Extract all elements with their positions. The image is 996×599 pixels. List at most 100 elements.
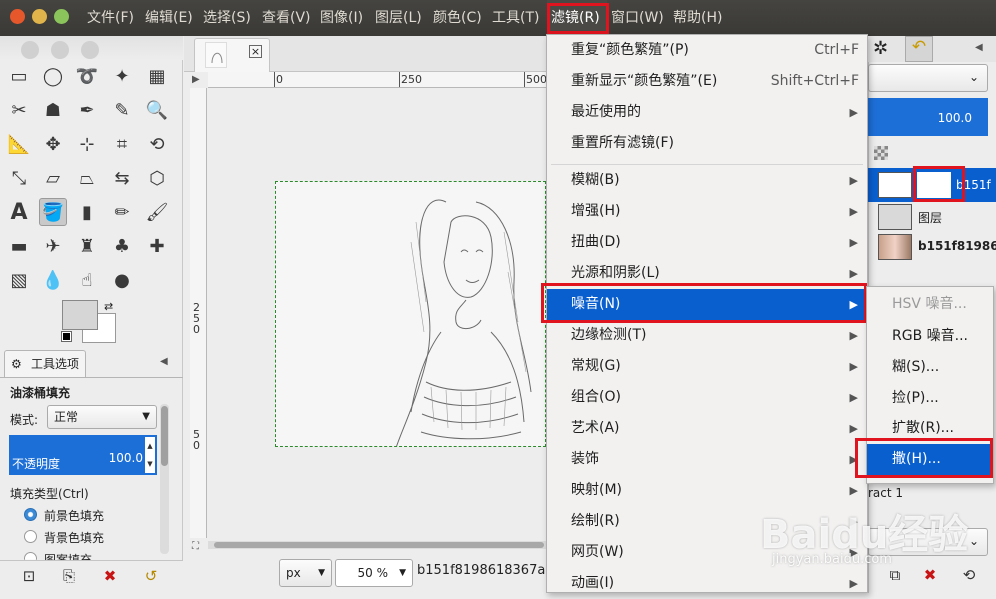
paths-icon[interactable]: ✒ — [73, 96, 101, 124]
menu-select[interactable]: 选择(S) — [203, 0, 251, 36]
lock-alpha-icon[interactable] — [874, 146, 888, 160]
eraser-icon[interactable]: ▬ — [5, 232, 33, 260]
horizontal-scrollbar[interactable] — [208, 541, 546, 549]
scale-icon[interactable]: ⤡ — [5, 164, 33, 192]
menu-item-blur[interactable]: 模糊(B) ▶ — [547, 165, 867, 196]
menu-item-hurl[interactable]: 糊(S)... — [867, 352, 993, 383]
menu-file[interactable]: 文件(F) — [87, 0, 134, 36]
ellipse-select-icon[interactable]: ◯ — [39, 62, 67, 90]
image-canvas[interactable] — [275, 181, 546, 447]
free-select-icon[interactable]: ➰ — [73, 62, 101, 90]
move-icon[interactable]: ✥ — [39, 130, 67, 158]
layer-opacity-slider[interactable]: 100.0 — [868, 98, 988, 136]
color-picker-icon[interactable]: ✎ — [108, 96, 136, 124]
restore-options-icon[interactable]: ⎘ — [58, 565, 80, 587]
text-tool-icon[interactable]: A — [5, 198, 33, 226]
menu-item-pick[interactable]: 捡(P)... — [867, 383, 993, 414]
duplicate-layer-icon[interactable]: ⧉ — [884, 564, 906, 586]
menu-item-rgb-noise[interactable]: RGB 噪音... — [867, 321, 993, 352]
spin-arrows-icon[interactable]: ▲ ▼ — [145, 437, 155, 473]
close-window-button[interactable] — [10, 9, 25, 24]
scissors-icon[interactable]: ✂ — [5, 96, 33, 124]
menu-item-artistic[interactable]: 艺术(A) ▶ — [547, 413, 867, 444]
crop-icon[interactable]: ⌗ — [108, 130, 136, 158]
options-scrollbar[interactable] — [160, 404, 169, 554]
menu-view[interactable]: 查看(V) — [262, 0, 311, 36]
menu-item-edge-detect[interactable]: 边缘检测(T) ▶ — [547, 320, 867, 351]
menu-image[interactable]: 图像(I) — [320, 0, 363, 36]
menu-windows[interactable]: 窗口(W) — [611, 0, 664, 36]
menu-item-web[interactable]: 网页(W) ▶ — [547, 537, 867, 568]
scrollbar-thumb[interactable] — [161, 406, 168, 466]
pencil-icon[interactable]: ✏ — [108, 198, 136, 226]
cage-transform-icon[interactable]: ⬡ — [143, 164, 171, 192]
layer-row[interactable]: b151f81986 — [868, 230, 996, 264]
menu-layer[interactable]: 图层(L) — [375, 0, 422, 36]
dock-tool-icon[interactable]: ✲ — [873, 38, 888, 59]
menu-tools[interactable]: 工具(T) — [492, 0, 539, 36]
radio-foreground-fill[interactable] — [24, 508, 37, 521]
mode-select[interactable]: 正常 ▼ — [47, 405, 157, 429]
refresh-icon[interactable]: ⟲ — [958, 564, 980, 586]
blend-icon[interactable]: ▮ — [73, 198, 101, 226]
perspective-icon[interactable]: ⏢ — [73, 164, 101, 192]
close-tab-icon[interactable]: × — [249, 45, 262, 58]
menu-item-decor[interactable]: 装饰 ▶ — [547, 444, 867, 475]
delete-layer-icon[interactable]: ✖ — [919, 564, 941, 586]
clone-icon[interactable]: ♣ — [108, 232, 136, 260]
navigate-icon[interactable]: ⛶ — [192, 541, 199, 552]
menu-item-distorts[interactable]: 扭曲(D) ▶ — [547, 227, 867, 258]
bucket-fill-icon[interactable]: 🪣 — [39, 198, 67, 226]
tab-tool-options[interactable]: ⚙ 工具选项 — [4, 350, 86, 378]
menu-item-render[interactable]: 绘制(R) ▶ — [547, 506, 867, 537]
reset-options-icon[interactable]: ↺ — [140, 565, 162, 587]
delete-options-icon[interactable]: ✖ — [99, 565, 121, 587]
mode-select-dock[interactable]: ⌄ — [868, 64, 988, 92]
menu-item-enhance[interactable]: 增强(H) ▶ — [547, 196, 867, 227]
measure-icon[interactable]: 📐 — [5, 130, 33, 158]
canvas-menu-icon[interactable]: ▶ — [192, 74, 200, 85]
ink-icon[interactable]: ♜ — [73, 232, 101, 260]
minimize-window-button[interactable] — [32, 9, 47, 24]
save-options-icon[interactable]: ⊡ — [18, 565, 40, 587]
menu-item-combine[interactable]: 组合(O) ▶ — [547, 382, 867, 413]
menu-item-animation[interactable]: 动画(I) ▶ — [547, 568, 867, 599]
unit-select[interactable]: px ▼ — [279, 559, 332, 587]
opacity-slider[interactable]: 不透明度 100.0 ▲ ▼ — [9, 435, 157, 475]
heal-icon[interactable]: ✚ — [143, 232, 171, 260]
image-tab[interactable]: × — [194, 38, 270, 72]
zoom-icon[interactable]: 🔍 — [143, 96, 171, 124]
menu-item-reshow-filter[interactable]: 重新显示“颜色繁殖”(E) Shift+Ctrl+F — [547, 66, 867, 97]
dodge-burn-icon[interactable]: ● — [108, 266, 136, 294]
menu-item-reset-filters[interactable]: 重置所有滤镜(F) — [547, 128, 867, 159]
blur-sharpen-icon[interactable]: 💧 — [39, 266, 67, 294]
menu-help[interactable]: 帮助(H) — [673, 0, 722, 36]
paintbrush-icon[interactable]: 🖌 — [143, 198, 171, 226]
select-by-color-icon[interactable]: ▦ — [143, 62, 171, 90]
menu-item-map[interactable]: 映射(M) ▶ — [547, 475, 867, 506]
foreground-select-icon[interactable]: ☗ — [39, 96, 67, 124]
smudge-icon[interactable]: ☝ — [73, 266, 101, 294]
layer-row[interactable]: 图层 — [868, 200, 996, 234]
shear-icon[interactable]: ▱ — [39, 164, 67, 192]
menu-edit[interactable]: 编辑(E) — [145, 0, 193, 36]
maximize-window-button[interactable] — [54, 9, 69, 24]
history-item[interactable]: ract 1 — [868, 484, 996, 510]
fuzzy-select-icon[interactable]: ✦ — [108, 62, 136, 90]
panel-menu-icon[interactable]: ◀ — [160, 356, 168, 367]
flip-icon[interactable]: ⇆ — [108, 164, 136, 192]
menu-item-generic[interactable]: 常规(G) ▶ — [547, 351, 867, 382]
radio-background-fill[interactable] — [24, 530, 37, 543]
rotate-icon[interactable]: ⟲ — [143, 130, 171, 158]
airbrush-icon[interactable]: ✈ — [39, 232, 67, 260]
menu-item-repeat-filter[interactable]: 重复“颜色繁殖”(P) Ctrl+F — [547, 35, 867, 66]
default-colors-icon[interactable] — [61, 331, 72, 342]
swap-colors-icon[interactable]: ⇄ — [104, 300, 113, 313]
dock-menu-icon[interactable]: ◀ — [975, 42, 983, 53]
zoom-select[interactable]: 50 % ▼ — [335, 559, 413, 587]
rect-select-icon[interactable]: ▭ — [5, 62, 33, 90]
menu-colors[interactable]: 颜色(C) — [433, 0, 482, 36]
scrollbar-thumb[interactable] — [214, 542, 544, 548]
perspective-clone-icon[interactable]: ▧ — [5, 266, 33, 294]
brush-select-dock[interactable]: ⌄ — [868, 528, 988, 556]
